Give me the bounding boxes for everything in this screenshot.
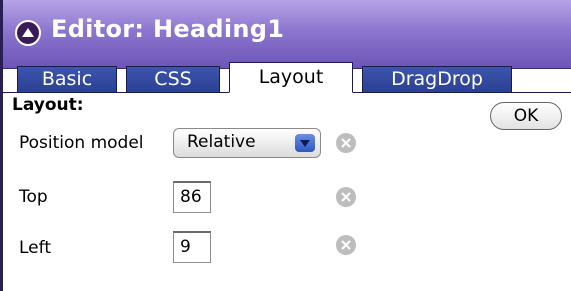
tab-basic[interactable]: Basic [17,66,117,93]
tab-layout[interactable]: Layout [229,62,353,93]
chevron-up-icon [22,28,34,37]
position-model-select[interactable]: Relative [173,128,321,158]
top-label: Top [19,187,48,207]
clear-left-button[interactable] [336,235,356,255]
editor-window: Editor: Heading1 Basic CSS Layout DragDr… [0,0,571,291]
position-model-value: Relative [187,132,256,152]
top-input[interactable]: 86 [173,181,211,213]
left-label: Left [19,238,51,258]
close-circle-icon [341,138,351,148]
title-bar: Editor: Heading1 [3,0,571,69]
dropdown-arrow[interactable] [295,134,315,152]
clear-top-button[interactable] [336,187,356,207]
ok-button[interactable]: OK [490,102,562,130]
close-circle-icon [341,240,351,250]
close-circle-icon [341,192,351,202]
collapse-button[interactable] [15,20,41,46]
position-model-label: Position model [19,133,144,153]
clear-position-model-button[interactable] [336,133,356,153]
left-input[interactable]: 9 [173,231,211,263]
chevron-down-icon [300,140,310,147]
section-label: Layout: [12,95,84,115]
tab-css[interactable]: CSS [126,66,220,93]
window-title: Editor: Heading1 [51,15,285,43]
tab-dragdrop[interactable]: DragDrop [362,66,512,93]
